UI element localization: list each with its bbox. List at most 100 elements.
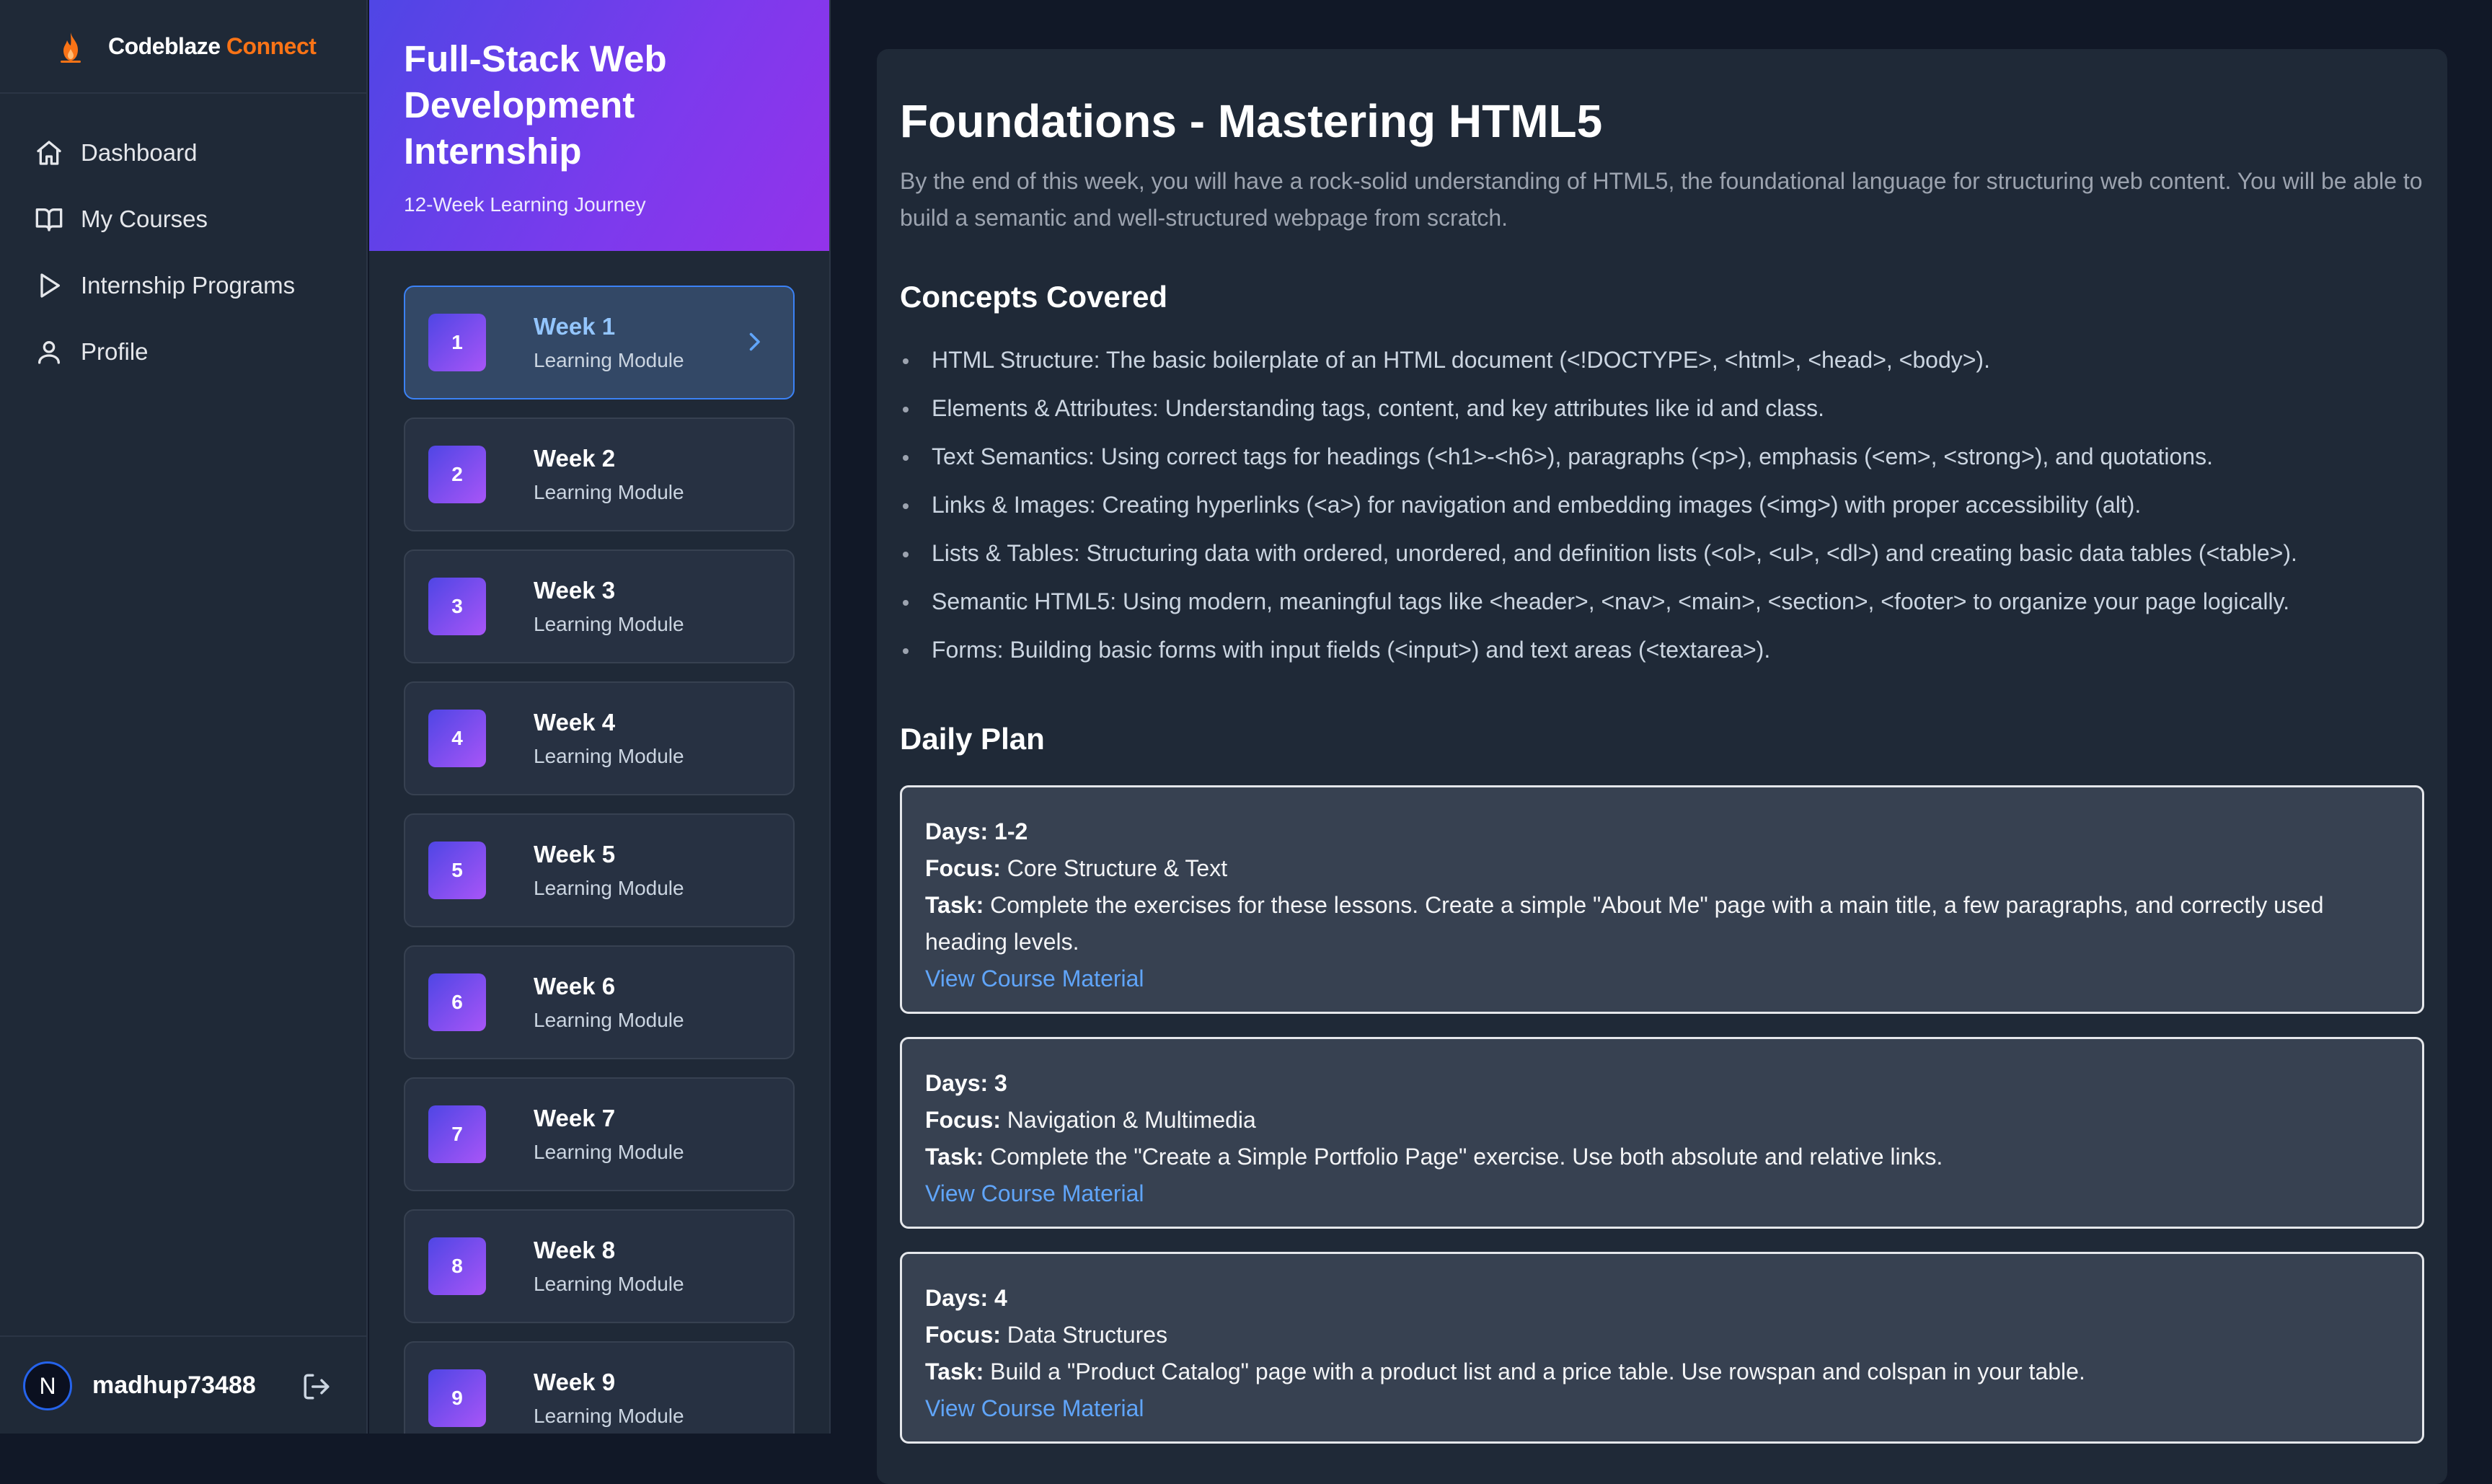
week-number-badge: 8 <box>428 1237 486 1295</box>
concept-item: Lists & Tables: Structuring data with or… <box>900 529 2424 578</box>
week-list: 1 Week 1 Learning Module 2 Week 2 Learni… <box>369 251 829 1434</box>
week-card-5[interactable]: 5 Week 5 Learning Module <box>404 813 795 927</box>
plan-focus: Focus: Data Structures <box>925 1317 2399 1353</box>
plan-card-days-4: Days: 4 Focus: Data Structures Task: Bui… <box>900 1252 2424 1444</box>
plan-days: Days: 4 <box>925 1280 2399 1317</box>
nav-item-internship-programs[interactable]: Internship Programs <box>0 257 366 314</box>
week-title: Week 5 <box>534 841 616 867</box>
plan-days-value: 1-2 <box>994 818 1028 844</box>
plan-task-label: Task: <box>925 1359 984 1384</box>
week-number-badge: 2 <box>428 446 486 503</box>
plan-days-value: 4 <box>994 1285 1007 1311</box>
week-subtitle: Learning Module <box>534 613 684 635</box>
plan-focus-value: Core Structure & Text <box>1007 855 1228 881</box>
week-text: Week 9 Learning Module <box>534 1369 684 1428</box>
week-subtitle: Learning Module <box>534 1009 684 1031</box>
logout-icon[interactable] <box>301 1372 332 1402</box>
nav-item-label: My Courses <box>81 206 208 232</box>
daily-plan-list: Days: 1-2 Focus: Core Structure & Text T… <box>900 785 2424 1444</box>
week-text: Week 5 Learning Module <box>534 841 684 900</box>
week-subtitle: Learning Module <box>534 877 684 899</box>
home-icon <box>37 141 61 165</box>
view-course-material-link[interactable]: View Course Material <box>925 966 1144 991</box>
week-title: Week 2 <box>534 445 616 472</box>
week-text: Week 1 Learning Module <box>534 313 684 372</box>
week-text: Week 2 Learning Module <box>534 445 684 504</box>
view-course-material-link[interactable]: View Course Material <box>925 1180 1144 1206</box>
plan-task: Task: Build a "Product Catalog" page wit… <box>925 1353 2399 1390</box>
main-nav: Dashboard My Courses Internship Programs… <box>0 94 366 381</box>
nav-item-profile[interactable]: Profile <box>0 323 366 381</box>
main-content: Foundations - Mastering HTML5 By the end… <box>831 0 2492 1484</box>
week-card-7[interactable]: 7 Week 7 Learning Module <box>404 1077 795 1191</box>
nav-item-my-courses[interactable]: My Courses <box>0 190 366 248</box>
week-number-badge: 7 <box>428 1105 486 1163</box>
week-title: Week 1 <box>534 313 616 340</box>
username: madhup73488 <box>92 1372 256 1399</box>
flame-logo-icon <box>61 32 81 63</box>
week-title: Week 7 <box>534 1105 616 1131</box>
concept-item: Text Semantics: Using correct tags for h… <box>900 433 2424 481</box>
book-open-icon <box>35 208 63 231</box>
course-header: Full-Stack Web Development Internship 12… <box>369 0 829 251</box>
brand-name: Codeblaze Connect <box>108 32 317 59</box>
week-title: Week 4 <box>534 709 616 736</box>
week-card-1[interactable]: 1 Week 1 Learning Module <box>404 286 795 399</box>
plan-task-value: Complete the "Create a Simple Portfolio … <box>990 1144 1943 1170</box>
week-card-3[interactable]: 3 Week 3 Learning Module <box>404 549 795 663</box>
brand-accent: Connect <box>226 32 317 59</box>
week-title: Week 3 <box>534 577 616 604</box>
week-subtitle: Learning Module <box>534 1273 684 1295</box>
concept-item: HTML Structure: The basic boilerplate of… <box>900 336 2424 384</box>
plan-task: Task: Complete the "Create a Simple Port… <box>925 1139 2399 1175</box>
user-icon <box>38 341 61 364</box>
plan-days-label: Days: <box>925 818 989 844</box>
plan-task-value: Complete the exercises for these lessons… <box>925 892 2324 955</box>
week-title: Week 9 <box>534 1369 616 1395</box>
week-card-4[interactable]: 4 Week 4 Learning Module <box>404 681 795 795</box>
week-subtitle: Learning Module <box>534 481 684 503</box>
concept-item: Forms: Building basic forms with input f… <box>900 626 2424 674</box>
plan-task-value: Build a "Product Catalog" page with a pr… <box>990 1359 2085 1384</box>
week-subtitle: Learning Module <box>534 349 684 371</box>
week-title: Week 6 <box>534 973 616 999</box>
plan-focus-label: Focus: <box>925 1322 1001 1348</box>
plan-card-days-3: Days: 3 Focus: Navigation & Multimedia T… <box>900 1037 2424 1229</box>
plan-card-days-1-2: Days: 1-2 Focus: Core Structure & Text T… <box>900 785 2424 1014</box>
plan-task-label: Task: <box>925 892 984 918</box>
week-number-badge: 3 <box>428 578 486 635</box>
week-text: Week 8 Learning Module <box>534 1237 684 1296</box>
nav-item-label: Profile <box>81 338 149 365</box>
week-navigator: Full-Stack Web Development Internship 12… <box>369 0 831 1434</box>
plan-task: Task: Complete the exercises for these l… <box>925 887 2399 960</box>
plan-focus-label: Focus: <box>925 1107 1001 1133</box>
concepts-heading: Concepts Covered <box>900 280 1168 314</box>
view-course-material-link[interactable]: View Course Material <box>925 1395 1144 1421</box>
daily-plan-heading: Daily Plan <box>900 722 1045 756</box>
concept-item: Elements & Attributes: Understanding tag… <box>900 384 2424 433</box>
plan-days: Days: 1-2 <box>925 813 2399 850</box>
week-text: Week 7 Learning Module <box>534 1105 684 1164</box>
week-text: Week 3 Learning Module <box>534 577 684 636</box>
avatar[interactable]: N <box>23 1361 72 1410</box>
concepts-list: HTML Structure: The basic boilerplate of… <box>900 336 2424 674</box>
plan-task-label: Task: <box>925 1144 984 1170</box>
week-card-8[interactable]: 8 Week 8 Learning Module <box>404 1209 795 1323</box>
week-number-badge: 9 <box>428 1369 486 1427</box>
week-card-6[interactable]: 6 Week 6 Learning Module <box>404 945 795 1059</box>
week-card-9[interactable]: 9 Week 9 Learning Module <box>404 1341 795 1434</box>
week-card-2[interactable]: 2 Week 2 Learning Module <box>404 418 795 531</box>
user-bar: N madhup73488 <box>0 1335 366 1434</box>
app-root: Codeblaze Connect Dashboard My Courses I… <box>0 0 2492 1484</box>
week-text: Week 4 Learning Module <box>534 709 684 768</box>
course-title: Full-Stack Web Development Internship <box>404 38 667 172</box>
plan-focus-value: Data Structures <box>1007 1322 1168 1348</box>
nav-item-dashboard[interactable]: Dashboard <box>0 124 366 182</box>
concept-item: Semantic HTML5: Using modern, meaningful… <box>900 578 2424 626</box>
module-intro: By the end of this week, you will have a… <box>900 168 2423 231</box>
week-subtitle: Learning Module <box>534 745 684 767</box>
brand[interactable]: Codeblaze Connect <box>0 0 366 94</box>
plan-focus-value: Navigation & Multimedia <box>1007 1107 1256 1133</box>
nav-item-label: Dashboard <box>81 139 198 166</box>
week-subtitle: Learning Module <box>534 1141 684 1163</box>
